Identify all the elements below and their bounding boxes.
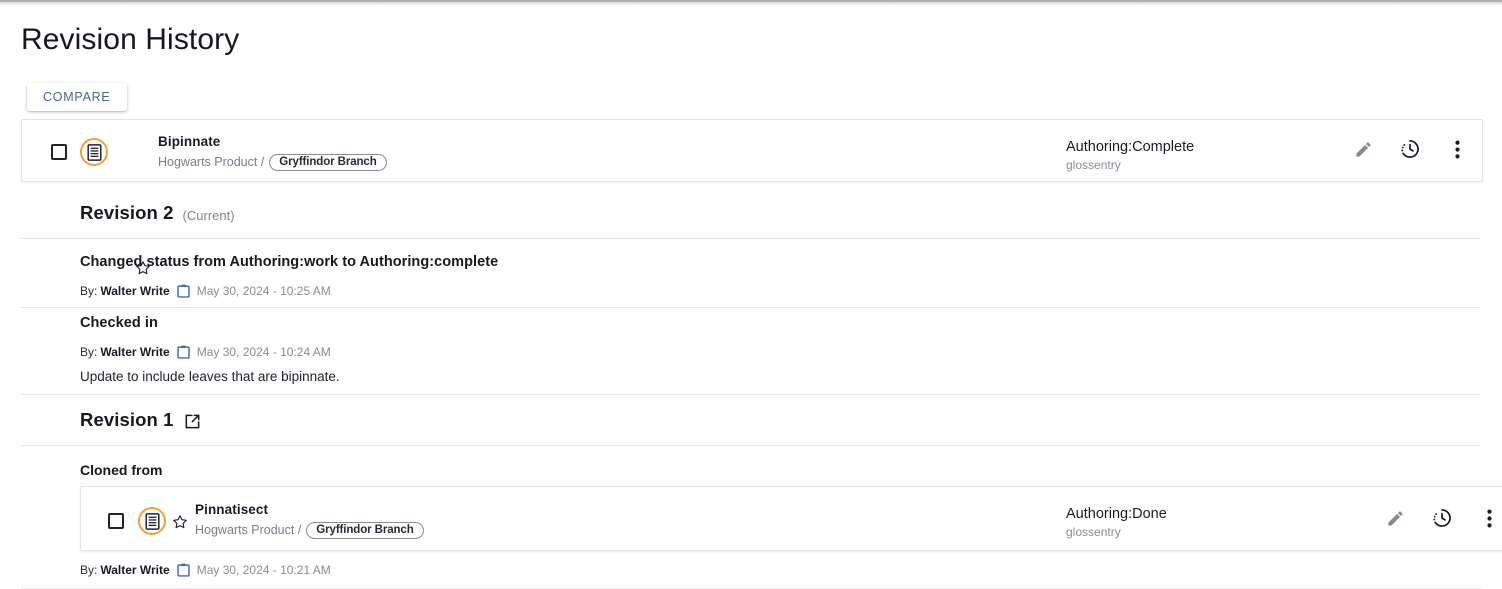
page-title: Revision History	[21, 23, 240, 56]
clock-history-icon[interactable]	[1427, 503, 1457, 533]
doctype-label: glossentry	[1066, 158, 1121, 172]
row-actions	[1348, 134, 1472, 164]
revision-heading-1: Revision 1	[80, 409, 202, 431]
byline-author: Walter Write	[100, 284, 170, 298]
divider	[21, 238, 1481, 239]
doctype-label: glossentry	[1066, 525, 1121, 539]
byline-prefix: By:	[80, 563, 98, 577]
document-product: Hogwarts Product /	[158, 155, 265, 169]
cloned-from-label: Cloned from	[80, 462, 163, 478]
pencil-edit-icon[interactable]	[1380, 503, 1410, 533]
document-status: Authoring:Complete glossentry	[1066, 138, 1194, 173]
revision-current-tag: (Current)	[182, 207, 235, 223]
byline-date: May 30, 2024 - 10:21 AM	[196, 563, 331, 577]
document-name: Bipinnate	[158, 134, 221, 149]
byline-date: May 30, 2024 - 10:24 AM	[196, 345, 331, 359]
revision-entry-title: Changed status from Authoring:work to Au…	[80, 254, 499, 270]
cloned-byline: By: Walter Write May 30, 2024 - 10:21 AM	[80, 563, 331, 577]
document-row: Pinnatisect Hogwarts Product / Gryffindo…	[81, 487, 1502, 550]
document-name: Pinnatisect	[195, 502, 269, 517]
byline-author: Walter Write	[100, 345, 170, 359]
calendar-icon	[176, 284, 190, 298]
branch-badge[interactable]: Gryffindor Branch	[269, 153, 387, 171]
revision-label: Revision 1	[80, 409, 174, 430]
checkbox-unchecked-icon[interactable]	[108, 513, 124, 529]
document-breadcrumb: Hogwarts Product / Gryffindor Branch	[195, 521, 424, 539]
divider	[21, 445, 1481, 446]
revision-entry-body: Update to include leaves that are bipinn…	[80, 369, 340, 384]
document-type-icon[interactable]	[80, 138, 108, 166]
revision-entry-title: Checked in	[80, 315, 158, 331]
revision-entry-byline: By: Walter Write May 30, 2024 - 10:25 AM	[80, 284, 331, 298]
document-product: Hogwarts Product /	[195, 523, 302, 537]
document-info: Pinnatisect Hogwarts Product / Gryffindo…	[195, 501, 424, 539]
document-breadcrumb: Hogwarts Product / Gryffindor Branch	[158, 153, 387, 171]
document-card-cloned[interactable]: Pinnatisect Hogwarts Product / Gryffindo…	[80, 486, 1502, 551]
branch-badge[interactable]: Gryffindor Branch	[306, 521, 424, 539]
checkbox-unchecked-icon[interactable]	[51, 144, 67, 160]
row-actions	[1380, 503, 1502, 533]
byline-author: Walter Write	[100, 563, 170, 577]
status-label: Authoring:Complete	[1066, 139, 1195, 155]
document-info: Bipinnate Hogwarts Product / Gryffindor …	[158, 133, 387, 171]
star-outline-icon[interactable]	[172, 514, 188, 530]
clock-history-icon[interactable]	[1395, 134, 1425, 164]
document-card-primary[interactable]: Bipinnate Hogwarts Product / Gryffindor …	[21, 119, 1483, 275]
pencil-edit-icon[interactable]	[1348, 134, 1378, 164]
revision-entry-byline: By: Walter Write May 30, 2024 - 10:24 AM	[80, 345, 331, 359]
document-type-icon[interactable]	[138, 507, 166, 535]
document-status: Authoring:Done glossentry	[1066, 505, 1167, 540]
status-label: Authoring:Done	[1066, 506, 1167, 522]
divider	[21, 307, 1481, 308]
calendar-icon	[176, 563, 190, 577]
more-vertical-icon[interactable]	[1474, 503, 1502, 533]
byline-date: May 30, 2024 - 10:25 AM	[196, 284, 331, 298]
divider	[21, 394, 1481, 395]
document-row: Bipinnate Hogwarts Product / Gryffindor …	[22, 120, 1482, 275]
revision-label: Revision 2	[80, 202, 174, 223]
calendar-icon	[176, 345, 190, 359]
byline-prefix: By:	[80, 284, 98, 298]
external-link-icon[interactable]	[183, 412, 202, 431]
revision-heading-2: Revision 2 (Current)	[80, 202, 235, 224]
compare-button[interactable]: COMPARE	[27, 83, 127, 111]
more-vertical-icon[interactable]	[1442, 134, 1472, 164]
byline-prefix: By:	[80, 345, 98, 359]
revision-history-page: Revision History COMPARE Bipinnate Hogwa…	[0, 6, 1502, 589]
